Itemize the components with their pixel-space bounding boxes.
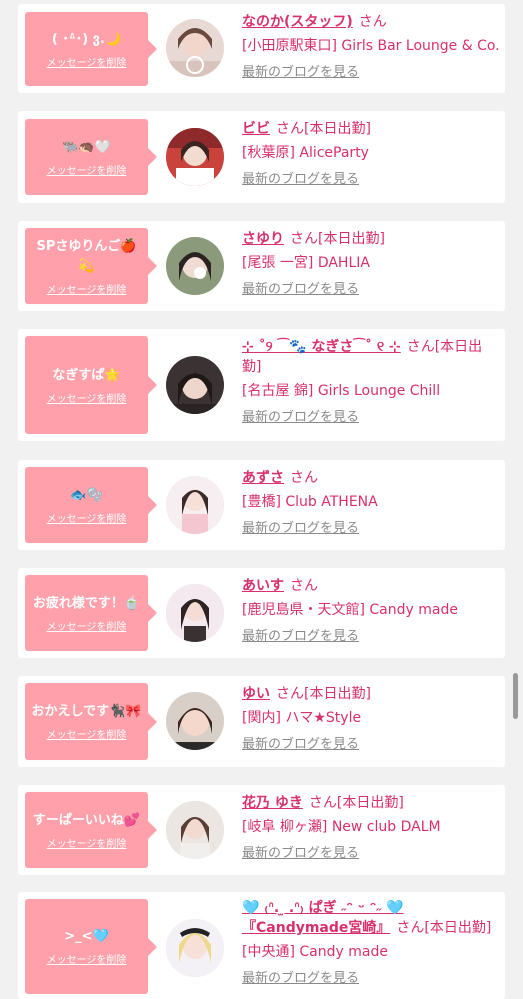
shop-label: [小田原駅東口] Girls Bar Lounge & Co. (242, 38, 500, 54)
shop-label: [中央通] Candy made (242, 944, 388, 960)
latest-blog-link[interactable]: 最新のブログを見る (242, 628, 359, 646)
avatar[interactable] (166, 919, 224, 977)
honorific: さん (308, 795, 337, 811)
cast-name-link[interactable]: ⊹ ˚୨ ⁀🐾 なぎさ⁀˚ ୧ ⊹ (242, 339, 401, 355)
shop-label: [岐阜 柳ヶ瀬] New club DALM (242, 819, 441, 835)
message-text: >_<🩵 (64, 929, 109, 944)
list-item: 🐟🫧 メッセージを削除 あずさ さん [豊橋] Club ATHENA 最新のブロ… (18, 460, 505, 550)
cast-name-link[interactable]: 花乃 ゆき (242, 795, 303, 811)
honorific: さん (276, 121, 304, 137)
list-item: ( ･ᐞ･) ვ.🌙 メッセージを削除 なのか(スタッフ) さん [小田原駅東口]… (18, 4, 505, 93)
delete-message-link[interactable]: メッセージを削除 (47, 951, 127, 966)
message-bubble: なぎすぱ🌟 メッセージを削除 (25, 336, 157, 434)
latest-blog-link[interactable]: 最新のブログを見る (242, 736, 359, 754)
cast-info: 花乃 ゆき さん[本日出勤] [岐阜 柳ヶ瀬] New club DALM 最新の… (242, 793, 500, 863)
message-bubble: お疲れ様です！🍵 メッセージを削除 (25, 575, 157, 651)
honorific: さん (276, 686, 304, 702)
avatar[interactable] (166, 128, 224, 186)
message-bubble: ( ･ᐞ･) ვ.🌙 メッセージを削除 (25, 12, 157, 86)
list-item: すーぱーいいね💕 メッセージを削除 花乃 ゆき さん[本日出勤] [岐阜 柳ヶ瀬]… (18, 785, 505, 875)
latest-blog-link[interactable]: 最新のブログを見る (242, 970, 359, 988)
attendance-status: [本日出勤] (336, 795, 404, 811)
list-item: >_<🩵 メッセージを削除 🩵 ₍ᐢ. ̫ .ᐢ₎ ぱぎ ˶ᵔ ᵕ ᵔ˶ 🩵『C… (18, 892, 505, 999)
message-text: お疲れ様です！🍵 (32, 595, 141, 611)
honorific: さん (290, 578, 318, 594)
honorific: さん (406, 339, 435, 355)
attendance-status: [本日出勤] (304, 686, 371, 702)
message-bubble: SPさゆりんご🍎💫 メッセージを削除 (25, 228, 157, 304)
message-bubble: 🐟🫧 メッセージを削除 (25, 467, 157, 543)
list-item: お疲れ様です！🍵 メッセージを削除 あいす さん [鹿児島県・天文館] Candy… (18, 568, 505, 658)
delete-message-link[interactable]: メッセージを削除 (47, 54, 127, 69)
shop-label: [鹿児島県・天文館] Candy made (242, 602, 458, 618)
message-text: SPさゆりんご🍎💫 (36, 238, 137, 274)
message-text: 🐃🦔🤍 (62, 139, 111, 155)
latest-blog-link[interactable]: 最新のブログを見る (242, 64, 359, 82)
cast-name-link[interactable]: あずさ (242, 470, 284, 486)
avatar[interactable] (166, 237, 224, 295)
cast-info: あいす さん [鹿児島県・天文館] Candy made 最新のブログを見る (242, 576, 500, 646)
latest-blog-link[interactable]: 最新のブログを見る (242, 845, 359, 863)
delete-message-link[interactable]: メッセージを削除 (47, 281, 127, 296)
delete-message-link[interactable]: メッセージを削除 (47, 835, 127, 850)
avatar[interactable] (166, 584, 224, 642)
cast-name-link[interactable]: なのか(スタッフ) (242, 14, 353, 30)
cast-name-link[interactable]: 🩵 ₍ᐢ. ̫ .ᐢ₎ ぱぎ ˶ᵔ ᵕ ᵔ˶ 🩵『Candymade宮崎』 (242, 900, 403, 936)
delete-message-link[interactable]: メッセージを削除 (47, 390, 127, 405)
message-bubble: >_<🩵 メッセージを削除 (25, 899, 157, 994)
message-text: すーぱーいいね💕 (32, 812, 141, 828)
cast-name-link[interactable]: ゆい (242, 686, 270, 702)
avatar[interactable] (166, 801, 224, 859)
delete-message-link[interactable]: メッセージを削除 (47, 726, 127, 741)
honorific: さん (290, 231, 318, 247)
message-text: なぎすぱ🌟 (52, 367, 121, 383)
delete-message-link[interactable]: メッセージを削除 (47, 618, 127, 633)
cast-name-link[interactable]: あいす (242, 578, 284, 594)
shop-label: [豊橋] Club ATHENA (242, 494, 378, 510)
latest-blog-link[interactable]: 最新のブログを見る (242, 281, 359, 299)
attendance-status: [本日出勤] (304, 121, 371, 137)
shop-label: [秋葉原] AliceParty (242, 145, 369, 161)
message-bubble: すーぱーいいね💕 メッセージを削除 (25, 792, 157, 868)
latest-blog-link[interactable]: 最新のブログを見る (242, 171, 359, 189)
message-bubble: おかえしです🐈‍⬛🎀 メッセージを削除 (25, 683, 157, 760)
shop-label: [名古屋 錦] Girls Lounge Chill (242, 383, 441, 399)
delete-message-link[interactable]: メッセージを削除 (47, 162, 127, 177)
cast-info: なのか(スタッフ) さん [小田原駅東口] Girls Bar Lounge & … (242, 12, 500, 82)
message-text: ( ･ᐞ･) ვ.🌙 (51, 31, 122, 47)
avatar[interactable] (166, 356, 224, 414)
list-item: 🐃🦔🤍 メッセージを削除 ビビ さん[本日出勤] [秋葉原] AliceParty… (18, 111, 505, 203)
cast-info: ⊹ ˚୨ ⁀🐾 なぎさ⁀˚ ୧ ⊹ さん[本日出勤] [名古屋 錦] Girls … (242, 337, 500, 427)
message-text: 🐟🫧 (70, 487, 103, 503)
cast-info: あずさ さん [豊橋] Club ATHENA 最新のブログを見る (242, 468, 500, 538)
cast-info: さゆり さん[本日出勤] [尾張 一宮] DAHLIA 最新のブログを見る (242, 229, 500, 299)
cast-name-link[interactable]: さゆり (242, 231, 284, 247)
delete-message-link[interactable]: メッセージを削除 (47, 510, 127, 525)
cast-info: 🩵 ₍ᐢ. ̫ .ᐢ₎ ぱぎ ˶ᵔ ᵕ ᵔ˶ 🩵『Candymade宮崎』 さん[… (242, 898, 500, 988)
list-item: なぎすぱ🌟 メッセージを削除 ⊹ ˚୨ ⁀🐾 なぎさ⁀˚ ୧ ⊹ さん[本日出勤]… (18, 329, 505, 441)
shop-label: [尾張 一宮] DAHLIA (242, 255, 370, 271)
avatar[interactable] (166, 476, 224, 534)
honorific: さん (358, 14, 387, 30)
honorific: さん (396, 920, 425, 936)
cast-info: ビビ さん[本日出勤] [秋葉原] AliceParty 最新のブログを見る (242, 119, 500, 189)
latest-blog-link[interactable]: 最新のブログを見る (242, 409, 359, 427)
avatar[interactable] (166, 19, 224, 77)
scrollbar[interactable] (513, 673, 518, 719)
cast-name-link[interactable]: ビビ (242, 121, 270, 137)
honorific: さん (290, 470, 318, 486)
message-bubble: 🐃🦔🤍 メッセージを削除 (25, 119, 157, 195)
attendance-status: [本日出勤] (318, 231, 385, 247)
latest-blog-link[interactable]: 最新のブログを見る (242, 520, 359, 538)
avatar[interactable] (166, 692, 224, 750)
cast-info: ゆい さん[本日出勤] [関内] ハマ★Style 最新のブログを見る (242, 684, 500, 754)
list-item: SPさゆりんご🍎💫 メッセージを削除 さゆり さん[本日出勤] [尾張 一宮] D… (18, 221, 505, 311)
message-text: おかえしです🐈‍⬛🎀 (31, 704, 142, 719)
shop-label: [関内] ハマ★Style (242, 710, 362, 726)
list-item: おかえしです🐈‍⬛🎀 メッセージを削除 ゆい さん[本日出勤] [関内] ハマ★S… (18, 676, 505, 767)
attendance-status: [本日出勤] (424, 920, 492, 936)
